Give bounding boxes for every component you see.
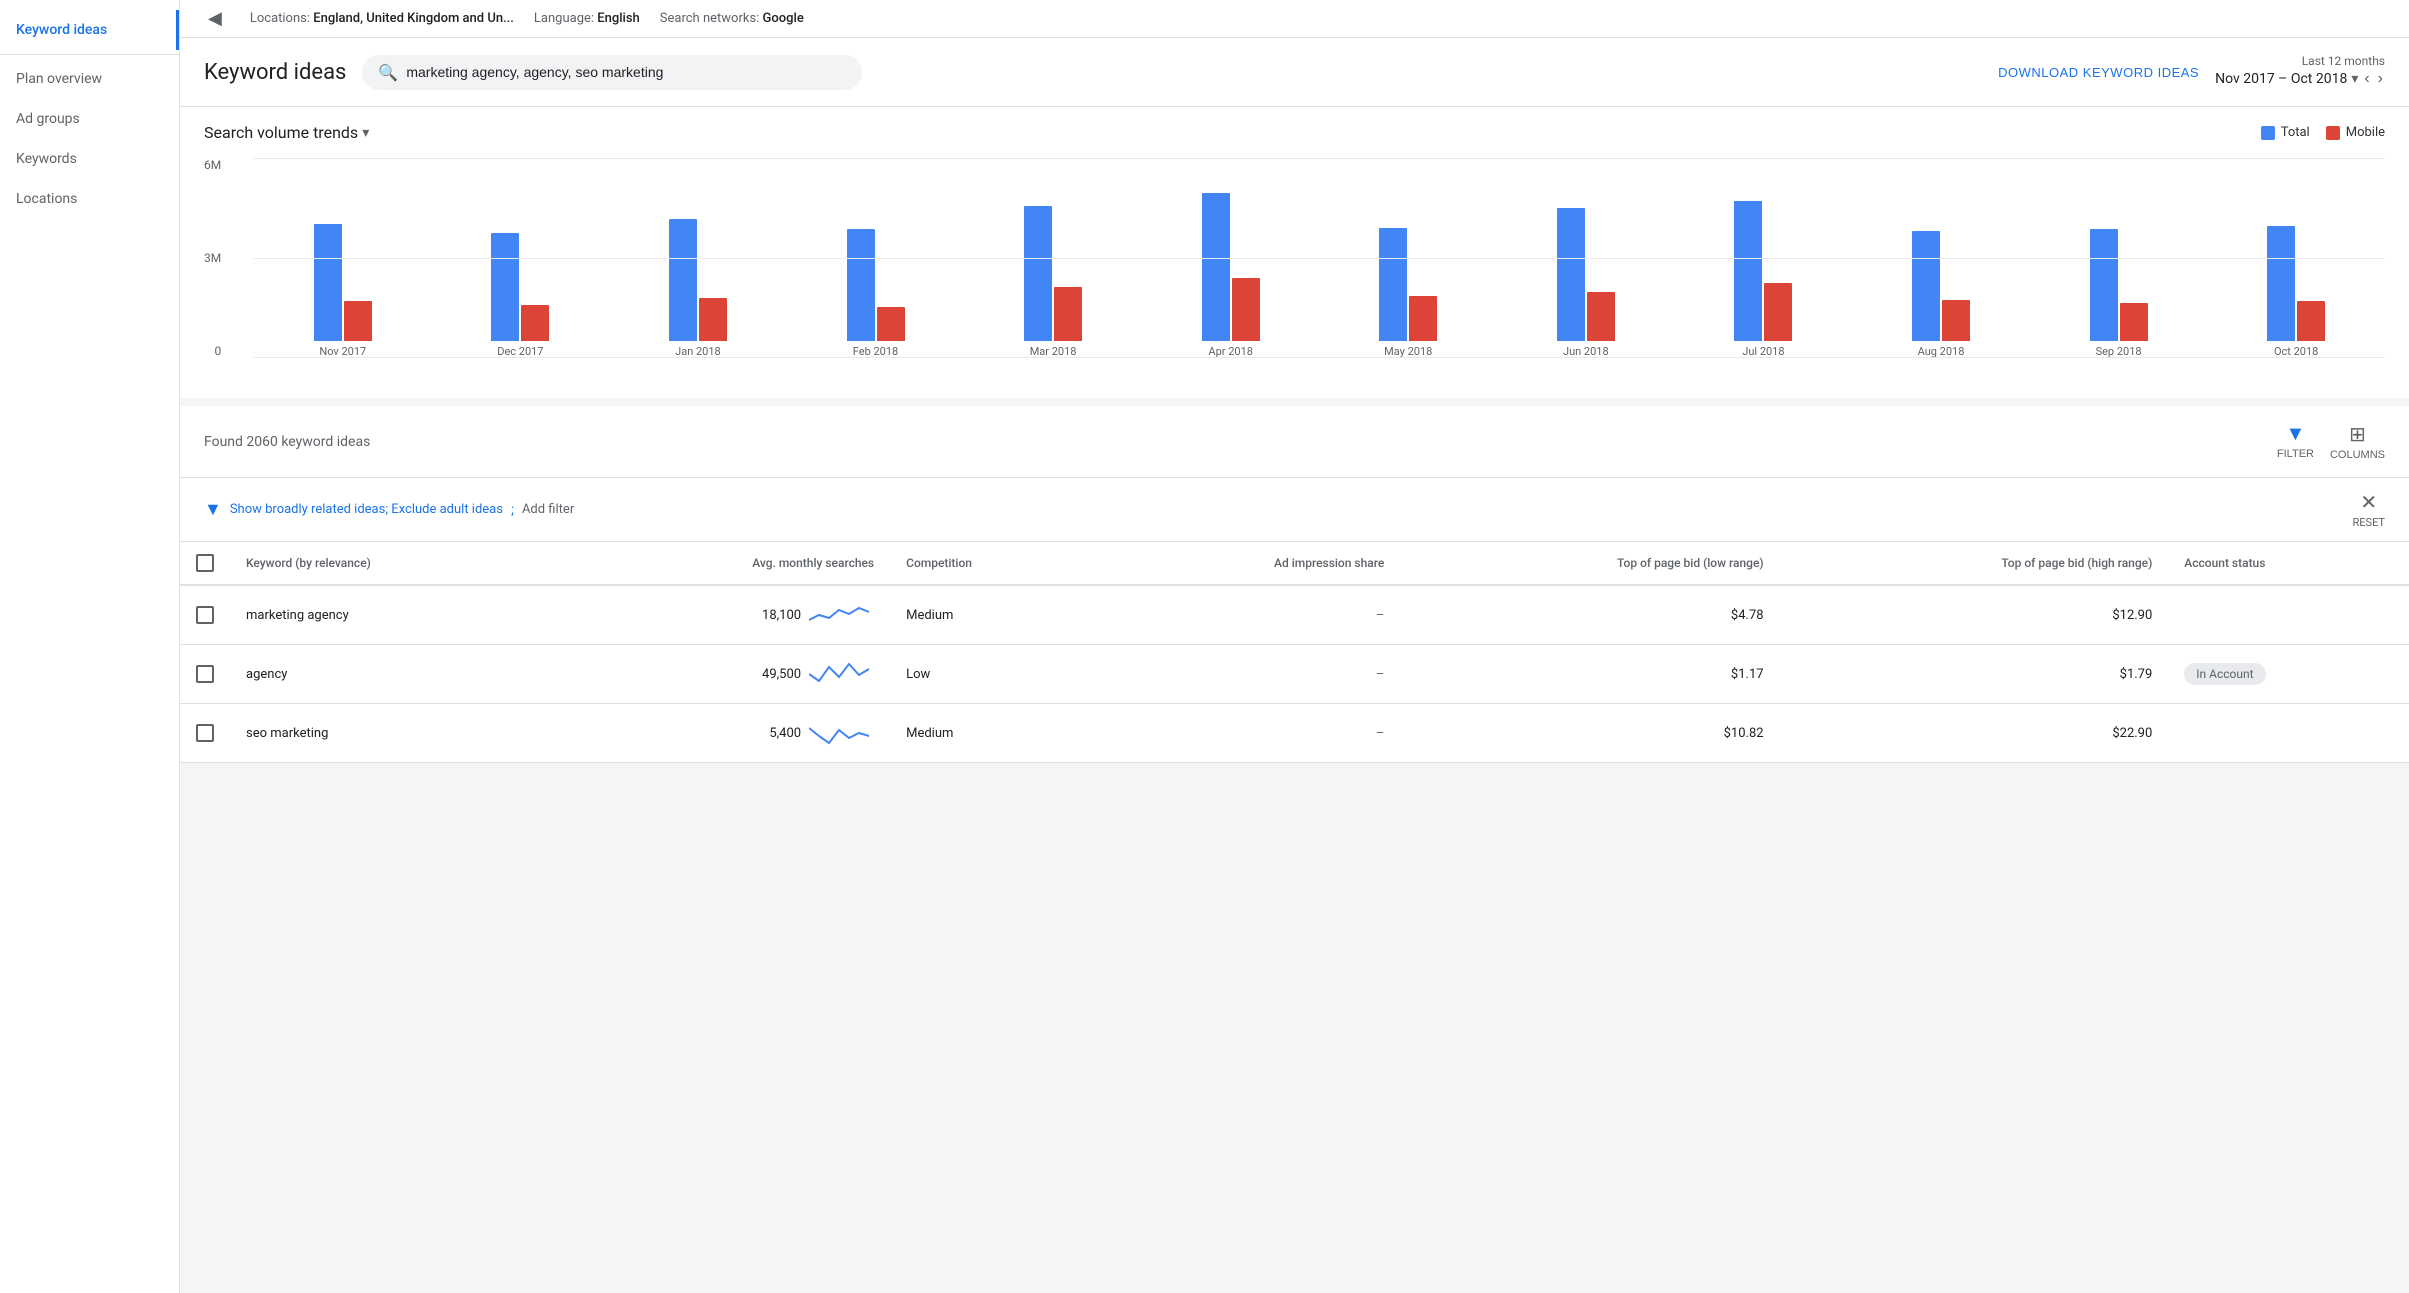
keyword-cell: agency xyxy=(230,645,563,704)
avg-searches-cell: 18,100 xyxy=(563,585,890,645)
results-header: Found 2060 keyword ideas ▼ FILTER ⊞ COLU… xyxy=(180,406,2409,478)
sparkline xyxy=(809,659,874,689)
chart-legend: Total Mobile xyxy=(2261,125,2385,140)
avg-searches-cell: 49,500 xyxy=(563,645,890,704)
col-header-avg-searches[interactable]: Avg. monthly searches xyxy=(563,542,890,585)
ad-impression-cell: – xyxy=(1098,585,1400,645)
add-filter-button[interactable]: Add filter xyxy=(522,502,574,517)
search-input[interactable] xyxy=(406,64,846,80)
chart-header: Search volume trends ▾ Total Mobile xyxy=(204,123,2385,142)
close-icon: ✕ xyxy=(2360,490,2377,514)
top-bid-high-cell: $1.79 xyxy=(1780,645,2169,704)
account-status-cell xyxy=(2168,585,2409,645)
filter-active-icon: ▼ xyxy=(204,499,222,520)
header-checkbox-cell xyxy=(180,542,230,585)
col-header-ad-impression[interactable]: Ad impression share xyxy=(1098,542,1400,585)
legend-total: Total xyxy=(2261,125,2310,140)
competition-cell: Medium xyxy=(890,704,1098,763)
search-icon: 🔍 xyxy=(378,63,398,82)
row-checkbox[interactable] xyxy=(196,606,214,624)
competition-cell: Medium xyxy=(890,585,1098,645)
row-checkbox-cell xyxy=(180,585,230,645)
sidebar-item-ad-groups[interactable]: Ad groups xyxy=(0,99,179,139)
results-actions: ▼ FILTER ⊞ COLUMNS xyxy=(2277,422,2385,461)
col-header-competition[interactable]: Competition xyxy=(890,542,1098,585)
prev-date-button[interactable]: ‹ xyxy=(2362,68,2371,90)
ad-impression-cell: – xyxy=(1098,704,1400,763)
top-bid-high-cell: $22.90 xyxy=(1780,704,2169,763)
keyword-cell: seo marketing xyxy=(230,704,563,763)
topbar: ◀ Locations: England, United Kingdom and… xyxy=(180,0,2409,38)
col-header-keyword[interactable]: Keyword (by relevance) xyxy=(230,542,563,585)
sidebar-item-locations[interactable]: Locations xyxy=(0,179,179,219)
filter-icon: ▼ xyxy=(2286,423,2306,446)
account-status-cell: In Account xyxy=(2168,645,2409,704)
results-section: Found 2060 keyword ideas ▼ FILTER ⊞ COLU… xyxy=(180,406,2409,763)
chart-yaxis: 6M 3M 0 xyxy=(204,158,229,378)
keyword-cell: marketing agency xyxy=(230,585,563,645)
in-account-badge: In Account xyxy=(2184,663,2265,685)
keyword-table-wrapper: Keyword (by relevance) Avg. monthly sear… xyxy=(180,542,2409,763)
date-range: Last 12 months Nov 2017 – Oct 2018 ▾ ‹ › xyxy=(2215,54,2385,90)
bar-chart: 6M 3M 0 Nov 2017Dec 2017Jan 2018Feb 2018… xyxy=(204,158,2385,378)
filter-close-button[interactable]: ✕ RESET xyxy=(2353,490,2385,529)
chevron-down-icon: ▾ xyxy=(2351,71,2358,87)
download-keyword-ideas-button[interactable]: DOWNLOAD KEYWORD IDEAS xyxy=(1998,65,2199,80)
sidebar-item-plan-overview[interactable]: Plan overview xyxy=(0,59,179,99)
sidebar-item-keywords[interactable]: Keywords xyxy=(0,139,179,179)
ad-impression-cell: – xyxy=(1098,645,1400,704)
row-checkbox[interactable] xyxy=(196,665,214,683)
competition-cell: Low xyxy=(890,645,1098,704)
sidebar: Keyword ideas Plan overview Ad groups Ke… xyxy=(0,0,180,1293)
next-date-button[interactable]: › xyxy=(2376,68,2385,90)
sidebar-toggle-button[interactable]: ◀ xyxy=(200,8,230,29)
mobile-legend-dot xyxy=(2326,126,2340,140)
top-bid-high-cell: $12.90 xyxy=(1780,585,2169,645)
main-content: ◀ Locations: England, United Kingdom and… xyxy=(180,0,2409,1293)
sparkline xyxy=(809,718,874,748)
chart-gridlines xyxy=(254,158,2385,358)
topbar-locations: Locations: England, United Kingdom and U… xyxy=(250,11,514,26)
total-legend-dot xyxy=(2261,126,2275,140)
table-row: seo marketing5,400Medium–$10.82$22.90 xyxy=(180,704,2409,763)
filter-bar: ▼ Show broadly related ideas; Exclude ad… xyxy=(180,478,2409,542)
avg-searches-cell: 5,400 xyxy=(563,704,890,763)
topbar-language: Language: English xyxy=(534,11,640,26)
topbar-networks: Search networks: Google xyxy=(660,11,804,26)
page-title: Keyword ideas xyxy=(204,60,346,85)
select-all-checkbox[interactable] xyxy=(196,554,214,572)
row-checkbox-cell xyxy=(180,645,230,704)
chart-title: Search volume trends xyxy=(204,123,358,142)
table-row: agency49,500Low–$1.17$1.79 In Account xyxy=(180,645,2409,704)
col-header-account-status[interactable]: Account status xyxy=(2168,542,2409,585)
top-bid-low-cell: $4.78 xyxy=(1400,585,1779,645)
row-checkbox-cell xyxy=(180,704,230,763)
sidebar-divider xyxy=(0,54,179,55)
chart-section: Search volume trends ▾ Total Mobile 6M 3… xyxy=(180,107,2409,398)
date-range-value: Nov 2017 – Oct 2018 xyxy=(2215,71,2347,87)
table-row: marketing agency18,100Medium–$4.78$12.90 xyxy=(180,585,2409,645)
keyword-table: Keyword (by relevance) Avg. monthly sear… xyxy=(180,542,2409,763)
columns-icon: ⊞ xyxy=(2349,422,2366,447)
top-bid-low-cell: $10.82 xyxy=(1400,704,1779,763)
search-box[interactable]: 🔍 xyxy=(362,55,862,90)
legend-mobile: Mobile xyxy=(2326,125,2385,140)
row-checkbox[interactable] xyxy=(196,724,214,742)
page-header: Keyword ideas 🔍 DOWNLOAD KEYWORD IDEAS L… xyxy=(180,38,2409,107)
top-bid-low-cell: $1.17 xyxy=(1400,645,1779,704)
filter-description[interactable]: Show broadly related ideas; Exclude adul… xyxy=(230,502,503,517)
columns-button[interactable]: ⊞ COLUMNS xyxy=(2330,422,2385,461)
filter-button[interactable]: ▼ FILTER xyxy=(2277,423,2314,460)
account-status-cell xyxy=(2168,704,2409,763)
sparkline xyxy=(809,600,874,630)
col-header-top-bid-high[interactable]: Top of page bid (high range) xyxy=(1780,542,2169,585)
sidebar-item-keyword-ideas[interactable]: Keyword ideas xyxy=(0,10,179,50)
col-header-top-bid-low[interactable]: Top of page bid (low range) xyxy=(1400,542,1779,585)
table-header-row: Keyword (by relevance) Avg. monthly sear… xyxy=(180,542,2409,585)
results-count: Found 2060 keyword ideas xyxy=(204,434,370,450)
chart-dropdown-arrow[interactable]: ▾ xyxy=(362,125,369,141)
